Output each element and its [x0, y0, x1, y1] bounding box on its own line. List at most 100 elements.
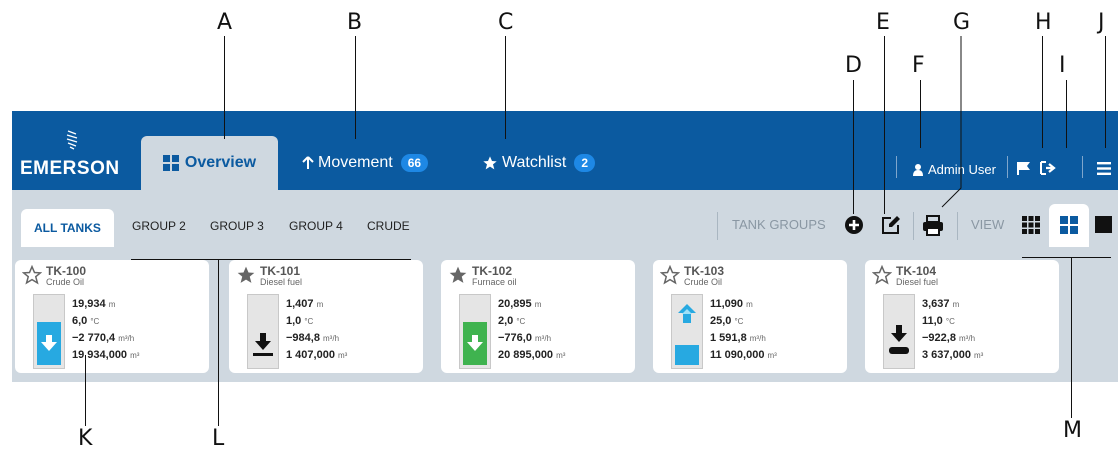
callout-a: A [217, 10, 233, 35]
view-large-tiles-icon[interactable] [1095, 216, 1112, 233]
flow-unit: m³/h [118, 334, 135, 343]
tank-product: Diesel fuel [896, 277, 939, 287]
add-group-icon[interactable] [844, 215, 864, 235]
tab-watchlist[interactable]: Watchlist 2 [482, 136, 595, 190]
arrow-down-to-line-icon [253, 333, 273, 356]
leader-bracket-m [1022, 257, 1111, 258]
arrow-up-fill-icon [678, 304, 696, 323]
flag-icon[interactable] [1017, 161, 1031, 175]
leader-line-l [218, 260, 219, 426]
logout-icon[interactable] [1040, 161, 1056, 175]
print-icon[interactable] [922, 214, 944, 236]
user-icon [913, 163, 923, 176]
star-icon [483, 156, 497, 170]
tab-watchlist-label: Watchlist [502, 154, 567, 171]
tank-card[interactable]: TK-101 Diesel fuel 1,407 m 1,0 °C −984,8… [229, 260, 423, 373]
leader-line-d [853, 80, 854, 214]
tank-level: 20,895 [498, 298, 532, 310]
tank-overview-area: TK-100 Crude Oil 19,934 m 6,0 °C −2 770,… [12, 257, 1118, 382]
toolbar-divider [717, 212, 718, 240]
tank-readings: 3,637 m 11,0 °C −922,8 m³/h 3 637,000 m³ [922, 296, 983, 364]
view-medium-tiles-icon [1060, 216, 1078, 234]
star-outline-icon[interactable] [660, 265, 680, 285]
tank-temperature: 1,0 [286, 315, 302, 327]
flow-unit: m³/h [323, 334, 340, 343]
tank-level: 3,637 [922, 298, 950, 310]
star-outline-icon[interactable] [872, 265, 892, 285]
tank-flow: 1 591,8 [710, 332, 747, 344]
logo-wordmark: EMERSON [20, 158, 120, 179]
leader-line-a [224, 36, 225, 139]
view-label: VIEW [971, 217, 1005, 232]
tank-product: Diesel fuel [260, 277, 303, 287]
callout-l: L [212, 426, 225, 451]
temperature-unit: °C [304, 317, 314, 326]
group-tab-all-tanks[interactable]: ALL TANKS [21, 209, 114, 247]
leader-line-m [1071, 258, 1072, 418]
tank-temperature: 25,0 [710, 315, 732, 327]
group-tab-group-2[interactable]: GROUP 2 [132, 209, 186, 242]
tank-card[interactable]: TK-100 Crude Oil 19,934 m 6,0 °C −2 770,… [15, 260, 209, 373]
volume-unit: m³ [338, 351, 348, 360]
tank-level-graphic [671, 294, 703, 369]
toolbar-divider [913, 212, 914, 240]
group-tab-group-3[interactable]: GROUP 3 [210, 209, 264, 242]
tank-temperature: 11,0 [922, 315, 943, 327]
tank-id: TK-103 [684, 264, 725, 278]
tank-card[interactable]: TK-102 Furnace oil 20,895 m 2,0 °C −776,… [441, 260, 635, 373]
tank-groups-label: TANK GROUPS [732, 217, 826, 232]
arrow-down-icon [467, 335, 483, 351]
tank-volume: 11 090,000 [710, 349, 765, 361]
temperature-unit: °C [516, 317, 526, 326]
leader-line-g [941, 36, 962, 208]
tab-overview[interactable]: Overview [141, 136, 278, 190]
tank-id: TK-102 [472, 264, 513, 278]
tank-id: TK-104 [896, 264, 937, 278]
callout-g: G [953, 10, 971, 35]
callout-b: B [347, 10, 363, 35]
flow-unit: m³/h [749, 334, 766, 343]
level-unit: m [534, 300, 542, 309]
leader-line-c [505, 36, 506, 139]
tank-volume: 1 407,000 [286, 349, 335, 361]
tank-readings: 11,090 m 25,0 °C 1 591,8 m³/h 11 090,000… [710, 296, 777, 364]
leader-line-e [884, 36, 885, 214]
tank-id: TK-101 [260, 264, 301, 278]
tab-movement-label: Movement [318, 154, 393, 171]
arrow-down-to-line-icon [889, 325, 909, 354]
volume-unit: m³ [974, 351, 984, 360]
edit-group-icon[interactable] [880, 214, 902, 236]
tank-temperature: 6,0 [72, 315, 88, 327]
star-filled-icon[interactable] [236, 265, 256, 285]
tab-movement[interactable]: Movement 66 [302, 136, 429, 190]
tank-level-graphic [883, 294, 915, 369]
callout-h: H [1035, 10, 1052, 35]
star-outline-icon[interactable] [22, 265, 42, 285]
group-tab-crude[interactable]: CRUDE [367, 209, 410, 242]
temperature-unit: °C [945, 317, 955, 326]
tank-flow: −776,0 [498, 332, 532, 344]
toolbar-divider [957, 212, 958, 240]
star-filled-icon[interactable] [448, 265, 468, 285]
callout-i: I [1059, 53, 1066, 78]
tank-flow: −2 770,4 [72, 332, 116, 344]
view-medium-tiles-button[interactable] [1049, 204, 1089, 247]
level-unit: m [316, 300, 324, 309]
menu-icon[interactable] [1097, 162, 1111, 175]
arrow-down-icon [41, 335, 57, 351]
grid-icon [162, 155, 179, 171]
header-divider [1082, 156, 1083, 178]
tank-card[interactable]: TK-104 Diesel fuel 3,637 m 11,0 °C −922,… [865, 260, 1059, 373]
watchlist-count-badge: 2 [574, 154, 595, 172]
tank-card[interactable]: TK-103 Crude Oil 11,090 m 25,0 °C 1 591,… [653, 260, 847, 373]
callout-f: F [912, 53, 925, 78]
tank-level-graphic [33, 294, 65, 369]
callout-c: C [498, 10, 514, 35]
flow-unit: m³/h [959, 334, 976, 343]
group-tab-group-4[interactable]: GROUP 4 [289, 209, 343, 242]
callout-k: K [78, 426, 93, 451]
tab-overview-label: Overview [184, 154, 257, 171]
view-small-tiles-icon[interactable] [1022, 216, 1040, 234]
tank-volume: 3 637,000 [922, 349, 971, 361]
tank-volume: 19 934,000 [72, 349, 128, 361]
